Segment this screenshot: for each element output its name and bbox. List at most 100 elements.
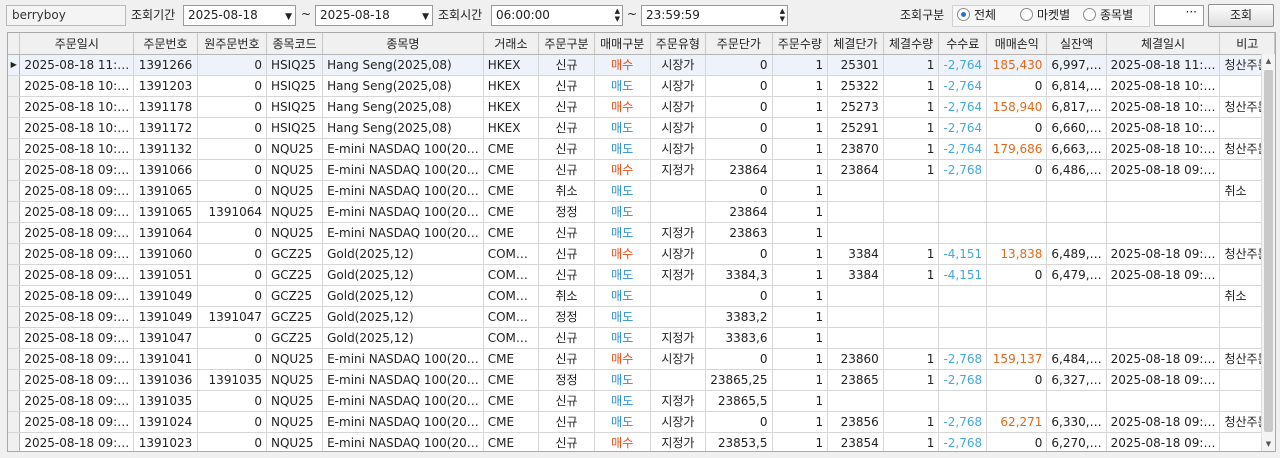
row-selector[interactable]: [8, 285, 21, 307]
column-header[interactable]: 주문유형: [650, 33, 707, 55]
table-cell[interactable]: GCZ25: [266, 327, 324, 349]
table-cell[interactable]: 시장가: [650, 138, 707, 160]
table-cell[interactable]: 2025-08-18 09:…: [19, 369, 135, 391]
table-cell[interactable]: 0: [705, 54, 773, 76]
table-cell[interactable]: [986, 306, 1048, 328]
table-cell[interactable]: 0: [986, 117, 1048, 139]
table-cell[interactable]: 2025-08-18 09:…: [19, 159, 135, 181]
table-cell[interactable]: NQU25: [266, 369, 324, 391]
table-cell[interactable]: [827, 390, 884, 412]
table-cell[interactable]: E-mini NASDAQ 100(20…: [322, 411, 484, 433]
time-to-spinner[interactable]: 23:59:59 ▲ ▼: [641, 5, 788, 26]
table-cell[interactable]: [1106, 285, 1221, 307]
spin-down-icon[interactable]: ▼: [615, 15, 620, 23]
table-cell[interactable]: [938, 285, 988, 307]
table-cell[interactable]: 0: [986, 432, 1048, 451]
table-cell[interactable]: HSIQ25: [266, 96, 324, 118]
table-cell[interactable]: 1391036: [133, 369, 198, 391]
table-cell[interactable]: 0: [197, 264, 268, 286]
table-cell[interactable]: 2025-08-18 09:…: [19, 285, 135, 307]
table-cell[interactable]: [1106, 180, 1221, 202]
table-cell[interactable]: 매도: [594, 117, 651, 139]
table-cell[interactable]: 1: [772, 138, 829, 160]
table-cell[interactable]: 25273: [827, 96, 884, 118]
table-cell[interactable]: E-mini NASDAQ 100(20…: [322, 369, 484, 391]
table-cell[interactable]: CME: [483, 348, 540, 370]
table-cell[interactable]: 1: [772, 306, 829, 328]
table-row[interactable]: 2025-08-18 09:… 1391049 0 GCZ25 Gold(2025,12…: [8, 285, 1275, 307]
table-cell[interactable]: CME: [483, 138, 540, 160]
column-header[interactable]: 체결일시: [1106, 33, 1221, 55]
table-cell[interactable]: [1046, 180, 1107, 202]
column-header[interactable]: 주문번호: [133, 33, 198, 55]
table-cell[interactable]: 지정가: [650, 159, 707, 181]
radio-market[interactable]: 마켓별: [1020, 7, 1070, 23]
table-cell[interactable]: [1106, 306, 1221, 328]
table-cell[interactable]: 지정가: [650, 432, 707, 451]
table-cell[interactable]: -2,764: [938, 75, 988, 97]
table-cell[interactable]: [883, 327, 940, 349]
table-cell[interactable]: [938, 327, 988, 349]
table-cell[interactable]: CME: [483, 180, 540, 202]
table-cell[interactable]: 시장가: [650, 411, 707, 433]
table-cell[interactable]: 0: [705, 285, 773, 307]
table-cell[interactable]: 0: [705, 138, 773, 160]
table-cell[interactable]: 신규: [538, 54, 595, 76]
table-cell[interactable]: 2025-08-18 09:…: [1106, 264, 1221, 286]
table-cell[interactable]: 6,486,…: [1046, 159, 1107, 181]
table-cell[interactable]: 0: [705, 117, 773, 139]
table-cell[interactable]: 23870: [827, 138, 884, 160]
table-cell[interactable]: 1: [883, 117, 940, 139]
table-row[interactable]: 2025-08-18 09:… 1391023 0 NQU25 E-mini NASDA…: [8, 432, 1275, 451]
table-cell[interactable]: Gold(2025,12): [322, 306, 484, 328]
table-cell[interactable]: HSIQ25: [266, 54, 324, 76]
table-cell[interactable]: 신규: [538, 243, 595, 265]
table-cell[interactable]: 1: [883, 411, 940, 433]
table-cell[interactable]: 1: [772, 390, 829, 412]
table-cell[interactable]: CME: [483, 390, 540, 412]
table-cell[interactable]: NQU25: [266, 159, 324, 181]
table-cell[interactable]: [1046, 285, 1107, 307]
table-cell[interactable]: -2,768: [938, 348, 988, 370]
table-cell[interactable]: 1391060: [133, 243, 198, 265]
table-cell[interactable]: 25322: [827, 75, 884, 97]
table-cell[interactable]: 매도: [594, 75, 651, 97]
table-cell[interactable]: 1: [772, 75, 829, 97]
table-row[interactable]: 2025-08-18 09:… 1391035 0 NQU25 E-mini NASDA…: [8, 390, 1275, 412]
table-cell[interactable]: Gold(2025,12): [322, 285, 484, 307]
row-selector[interactable]: [8, 411, 21, 433]
table-cell[interactable]: [650, 285, 707, 307]
column-header[interactable]: 종목코드: [266, 33, 324, 55]
table-cell[interactable]: 2025-08-18 10:…: [1106, 96, 1221, 118]
table-cell[interactable]: 2025-08-18 11:…: [19, 54, 135, 76]
table-cell[interactable]: 매도: [594, 411, 651, 433]
table-cell[interactable]: 6,817,…: [1046, 96, 1107, 118]
table-cell[interactable]: 6,270,…: [1046, 432, 1107, 451]
table-cell[interactable]: 매도: [594, 306, 651, 328]
table-cell[interactable]: GCZ25: [266, 306, 324, 328]
table-cell[interactable]: 2025-08-18 10:…: [19, 138, 135, 160]
table-cell[interactable]: 1: [883, 369, 940, 391]
table-cell[interactable]: GCZ25: [266, 264, 324, 286]
table-cell[interactable]: [883, 222, 940, 244]
column-header[interactable]: 종목명: [322, 33, 484, 55]
table-cell[interactable]: [938, 306, 988, 328]
date-to-picker[interactable]: 2025-08-18 ▼: [315, 5, 433, 26]
table-cell[interactable]: 1: [772, 369, 829, 391]
table-cell[interactable]: 23865,25: [705, 369, 773, 391]
table-cell[interactable]: 0: [986, 75, 1048, 97]
table-row[interactable]: 2025-08-18 09:… 1391047 0 GCZ25 Gold(2025,12…: [8, 327, 1275, 349]
table-cell[interactable]: [827, 285, 884, 307]
row-selector[interactable]: [8, 243, 21, 265]
row-selector[interactable]: [8, 96, 21, 118]
table-cell[interactable]: 2025-08-18 09:…: [19, 390, 135, 412]
table-cell[interactable]: 매수: [594, 96, 651, 118]
table-cell[interactable]: HKEX: [483, 117, 540, 139]
table-cell[interactable]: 2025-08-18 09:…: [19, 327, 135, 349]
table-cell[interactable]: [827, 306, 884, 328]
column-header[interactable]: 비고: [1219, 33, 1275, 55]
table-cell[interactable]: 0: [986, 369, 1048, 391]
table-cell[interactable]: E-mini NASDAQ 100(20…: [322, 180, 484, 202]
table-cell[interactable]: 1: [883, 243, 940, 265]
table-cell[interactable]: COM…: [483, 285, 540, 307]
